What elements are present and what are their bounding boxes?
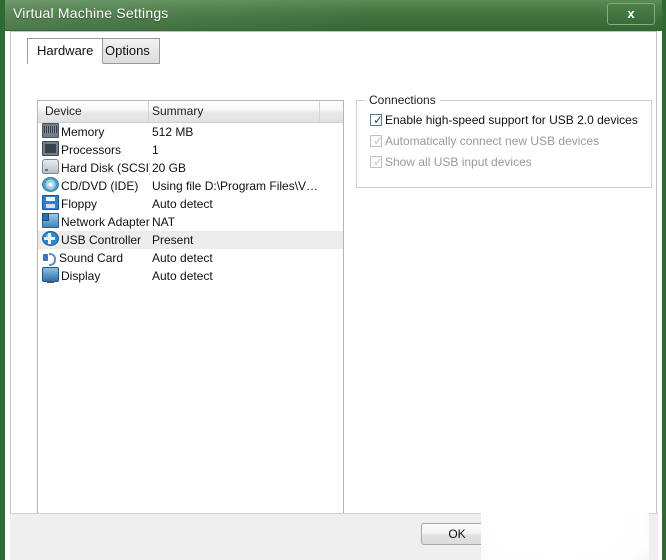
title-bar: Virtual Machine Settings x <box>5 0 662 31</box>
tab-strip: Hardware Options <box>19 38 648 64</box>
summary-cell: Auto detect <box>152 249 340 267</box>
close-icon[interactable]: x <box>607 3 655 25</box>
summary-cell: 20 GB <box>152 159 340 177</box>
summary-cell: Auto detect <box>152 195 340 213</box>
device-cell: Network Adapter <box>42 213 150 231</box>
table-row[interactable]: Processors 1 <box>38 141 343 159</box>
checkbox-auto-connect[interactable]: ✓ <box>370 135 382 147</box>
device-cell: Sound Card <box>42 249 150 267</box>
table-row[interactable]: Network Adapter NAT <box>38 213 343 231</box>
content-panel: Hardware Options Device Summary Memory 5… <box>10 31 657 514</box>
device-cell: USB Controller <box>42 231 150 249</box>
column-divider-1[interactable] <box>148 101 149 122</box>
sound-icon <box>42 251 57 264</box>
device-list-body: Memory 512 MB Processors 1 Hard Disk (SC… <box>38 123 343 285</box>
tab-page-hardware: Device Summary Memory 512 MB Processors … <box>19 63 648 507</box>
device-cell: Display <box>42 267 150 285</box>
summary-cell: Using file D:\Program Files\V… <box>152 177 340 195</box>
connections-group-title: Connections <box>365 93 440 107</box>
table-row[interactable]: Memory 512 MB <box>38 123 343 141</box>
memory-icon <box>42 123 59 138</box>
column-divider-2[interactable] <box>319 101 320 122</box>
device-cell: Hard Disk (SCSI) <box>42 159 150 177</box>
tab-options[interactable]: Options <box>95 38 160 64</box>
table-row[interactable]: Hard Disk (SCSI) 20 GB <box>38 159 343 177</box>
connections-group: Connections ✓Enable high-speed support f… <box>356 100 652 188</box>
checkbox-row-high-speed-usb[interactable]: ✓Enable high-speed support for USB 2.0 d… <box>370 111 638 129</box>
display-icon <box>42 267 59 282</box>
ok-button[interactable]: OK <box>421 523 493 545</box>
device-cell: Memory <box>42 123 150 141</box>
usb-icon <box>42 231 59 246</box>
summary-cell: NAT <box>152 213 340 231</box>
tab-hardware[interactable]: Hardware <box>27 38 103 64</box>
harddisk-icon <box>42 159 59 174</box>
device-list[interactable]: Device Summary Memory 512 MB Processors … <box>37 100 344 519</box>
device-cell: Floppy <box>42 195 150 213</box>
window-title: Virtual Machine Settings <box>13 5 169 21</box>
checkbox-show-input-devices[interactable]: ✓ <box>370 156 382 168</box>
checkbox-row-auto-connect[interactable]: ✓Automatically connect new USB devices <box>370 132 599 150</box>
device-cell: CD/DVD (IDE) <box>42 177 150 195</box>
summary-cell: Auto detect <box>152 267 340 285</box>
checkbox-label: Automatically connect new USB devices <box>385 134 599 148</box>
device-cell: Processors <box>42 141 150 159</box>
checkbox-row-show-input-devices[interactable]: ✓Show all USB input devices <box>370 153 532 171</box>
cddvd-icon <box>42 177 59 192</box>
network-icon <box>42 213 59 228</box>
virtual-machine-settings-window: Virtual Machine Settings x Hardware Opti… <box>0 0 666 560</box>
column-header-summary[interactable]: Summary <box>152 104 203 118</box>
checkbox-label: Show all USB input devices <box>385 155 532 169</box>
floppy-icon <box>42 195 59 210</box>
checkbox-label: Enable high-speed support for USB 2.0 de… <box>385 113 638 127</box>
table-row[interactable]: Floppy Auto detect <box>38 195 343 213</box>
summary-cell: 1 <box>152 141 340 159</box>
dialog-footer: OK <box>10 513 658 560</box>
column-header-device[interactable]: Device <box>45 104 82 118</box>
cpu-icon <box>42 141 59 156</box>
table-row[interactable]: CD/DVD (IDE) Using file D:\Program Files… <box>38 177 343 195</box>
summary-cell: Present <box>152 231 340 249</box>
table-row[interactable]: Sound Card Auto detect <box>38 249 343 267</box>
table-row[interactable]: Display Auto detect <box>38 267 343 285</box>
checkbox-high-speed-usb[interactable]: ✓ <box>370 114 382 126</box>
summary-cell: 512 MB <box>152 123 340 141</box>
table-row-selected[interactable]: USB Controller Present <box>38 231 343 249</box>
device-list-header: Device Summary <box>38 101 343 123</box>
